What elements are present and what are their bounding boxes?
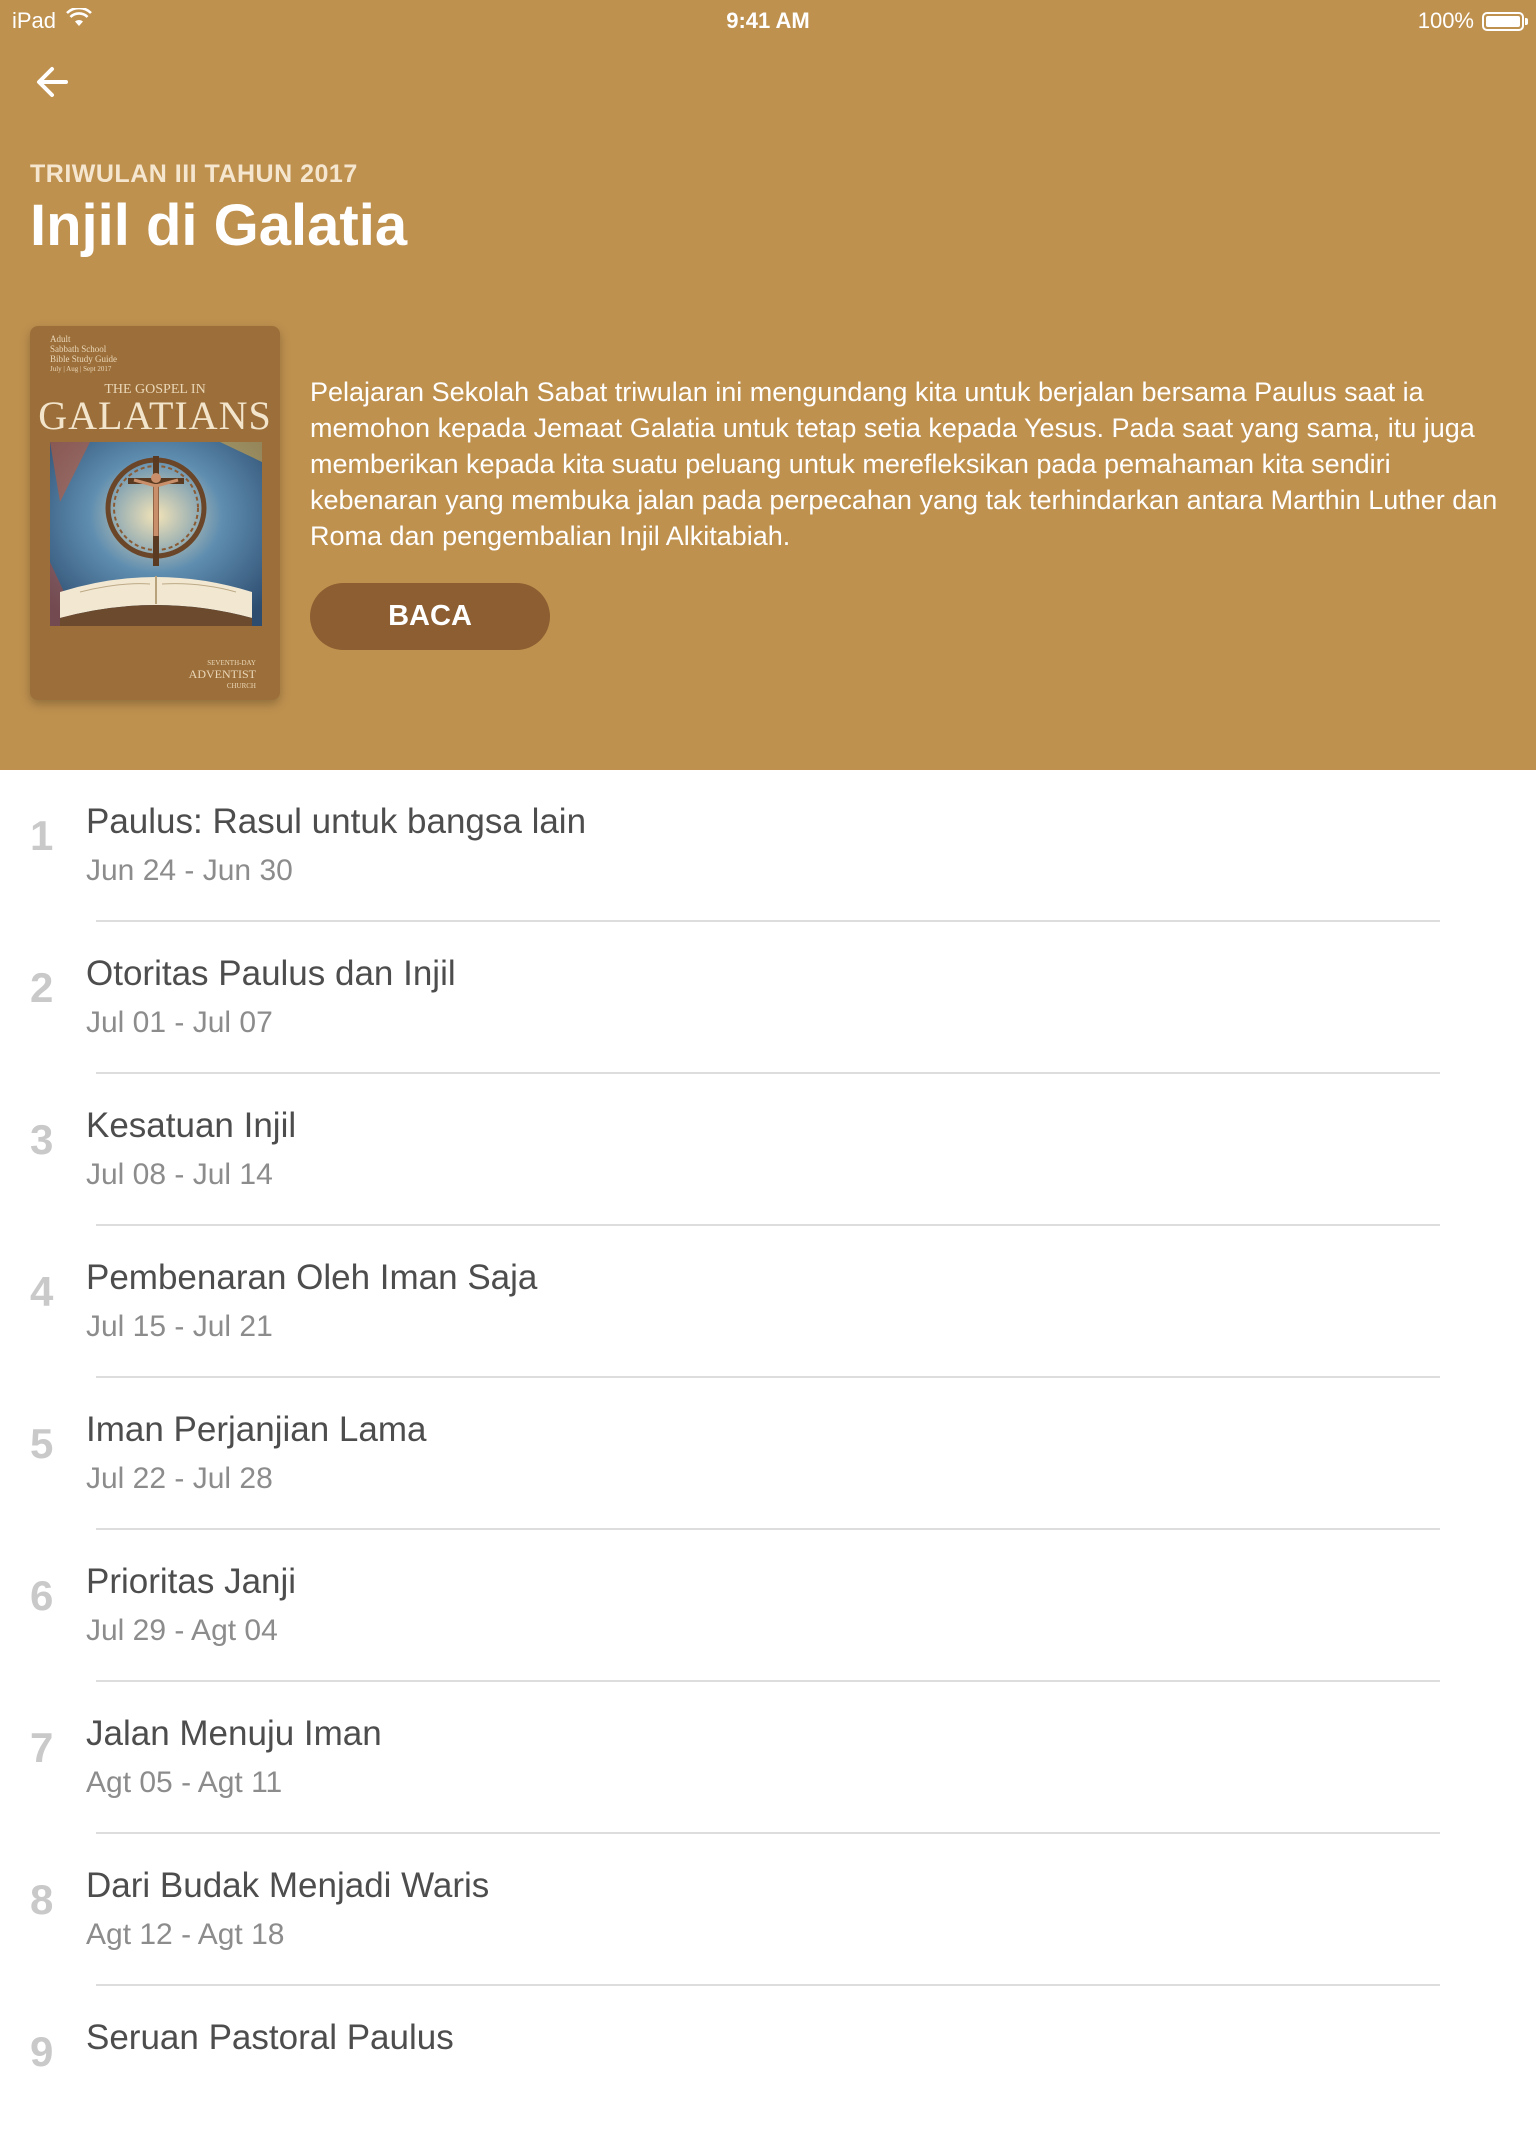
cover-artwork [50, 442, 262, 626]
status-time: 9:41 AM [726, 8, 810, 33]
cover-image: Adult Sabbath School Bible Study Guide J… [30, 326, 280, 700]
lesson-number: 7 [30, 1724, 54, 1771]
lesson-item-4[interactable]: 4 Pembenaran Oleh Iman Saja Jul 15 - Jul… [0, 1226, 1536, 1378]
lesson-title: Seruan Pastoral Paulus [86, 2018, 454, 2057]
lesson-title: Pembenaran Oleh Iman Saja [86, 1258, 538, 1297]
lesson-title: Kesatuan Injil [86, 1106, 297, 1145]
lesson-title: Prioritas Janji [86, 1562, 297, 1601]
lesson-number: 8 [30, 1876, 54, 1923]
lesson-dates: Jun 24 - Jun 30 [86, 854, 293, 887]
lesson-dates: Jul 29 - Agt 04 [86, 1614, 278, 1647]
lesson-title: Jalan Menuju Iman [86, 1714, 382, 1753]
lesson-item-9[interactable]: 9 Seruan Pastoral Paulus [0, 1986, 1536, 2138]
lesson-number: 3 [30, 1116, 54, 1163]
status-bar: iPad 9:41 AM 100% [0, 0, 1536, 40]
header: iPad 9:41 AM 100% TRIWULAN III TAHUN 201… [0, 0, 1536, 770]
lesson-item-5[interactable]: 5 Iman Perjanjian Lama Jul 22 - Jul 28 [0, 1378, 1536, 1530]
page-title: Injil di Galatia [30, 193, 408, 258]
cover-top-text: Adult Sabbath School Bible Study Guide J… [50, 334, 117, 373]
lesson-item-3[interactable]: 3 Kesatuan Injil Jul 08 - Jul 14 [0, 1074, 1536, 1226]
lesson-dates: Agt 12 - Agt 18 [86, 1918, 285, 1951]
lesson-number: 9 [30, 2028, 54, 2075]
read-button[interactable]: BACA [310, 583, 550, 650]
lesson-item-8[interactable]: 8 Dari Budak Menjadi Waris Agt 12 - Agt … [0, 1834, 1536, 1986]
lesson-dates: Jul 15 - Jul 21 [86, 1310, 273, 1343]
lesson-number: 5 [30, 1420, 54, 1467]
lesson-dates: Jul 08 - Jul 14 [86, 1158, 273, 1191]
lesson-dates: Jul 22 - Jul 28 [86, 1462, 273, 1495]
lesson-item-1[interactable]: 1 Paulus: Rasul untuk bangsa lain Jun 24… [0, 770, 1536, 922]
lesson-number: 2 [30, 964, 54, 1011]
battery-icon [1482, 11, 1528, 31]
lesson-number: 1 [30, 812, 54, 859]
lesson-title: Otoritas Paulus dan Injil [86, 954, 456, 993]
battery-percent: 100% [1417, 8, 1474, 33]
quarter-label: TRIWULAN III TAHUN 2017 [30, 160, 358, 188]
lesson-dates: Agt 05 - Agt 11 [86, 1766, 283, 1799]
lesson-item-7[interactable]: 7 Jalan Menuju Iman Agt 05 - Agt 11 [0, 1682, 1536, 1834]
lesson-title: Dari Budak Menjadi Waris [86, 1866, 490, 1905]
quarter-description: Pelajaran Sekolah Sabat triwulan ini men… [310, 377, 1498, 551]
lesson-title: Paulus: Rasul untuk bangsa lain [86, 802, 587, 841]
lesson-list: 1 Paulus: Rasul untuk bangsa lain Jun 24… [0, 770, 1536, 2138]
lesson-title: Iman Perjanjian Lama [86, 1410, 427, 1449]
lesson-number: 4 [30, 1268, 54, 1315]
lesson-dates: Jul 01 - Jul 07 [86, 1006, 273, 1039]
lesson-number: 6 [30, 1572, 54, 1619]
arrow-left-icon[interactable] [30, 58, 80, 108]
lesson-item-2[interactable]: 2 Otoritas Paulus dan Injil Jul 01 - Jul… [0, 922, 1536, 1074]
publisher-logo: SEVENTH-DAY ADVENTIST CHURCH [188, 659, 256, 690]
cover-title: GALATIANS [38, 393, 272, 438]
lesson-item-6[interactable]: 6 Prioritas Janji Jul 29 - Agt 04 [0, 1530, 1536, 1682]
